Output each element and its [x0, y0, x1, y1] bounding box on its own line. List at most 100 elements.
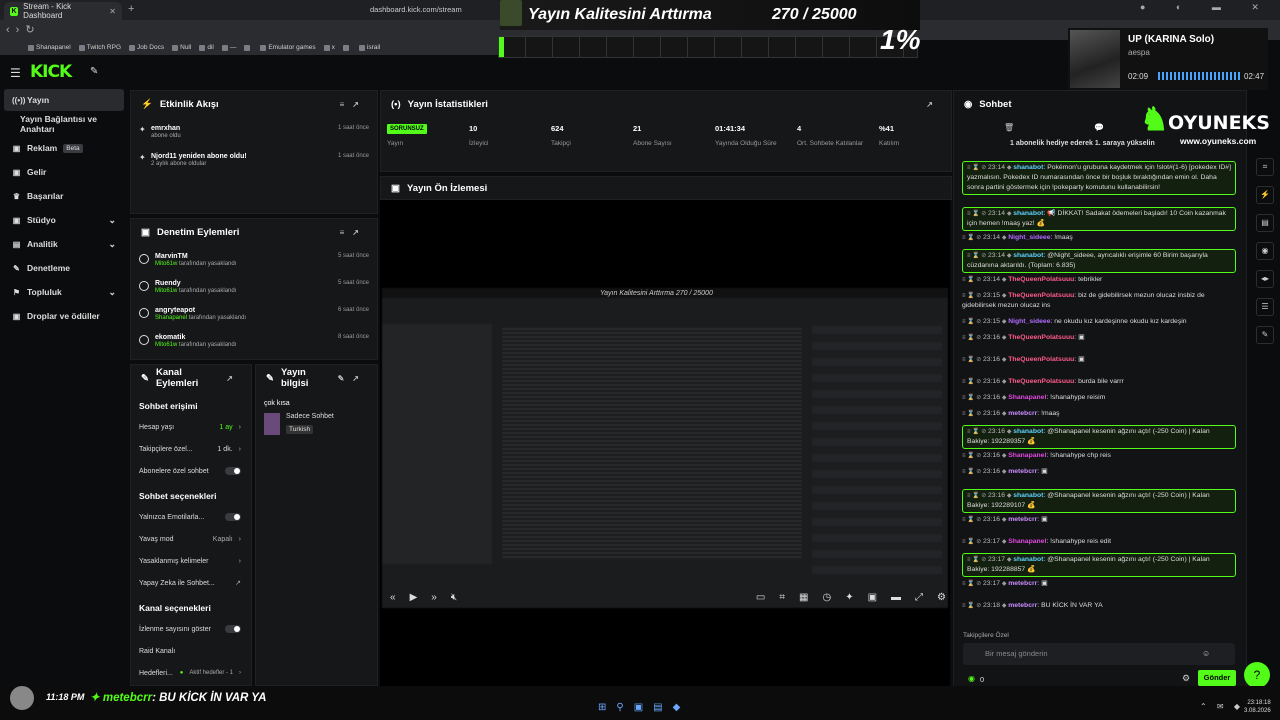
message-actions-icon[interactable]: ≡ ⌛ ⊘ — [967, 557, 988, 563]
rail-bolt-icon[interactable]: ⚡ — [1256, 186, 1274, 204]
message-actions-icon[interactable]: ≡ ⌛ ⊘ — [962, 335, 983, 341]
nav-buttons-icon[interactable]: ‹›↻ — [6, 23, 41, 36]
subs-only-row[interactable]: Abonelere özel sohbet — [139, 465, 241, 477]
fullscreen-icon[interactable]: ⤢ — [915, 592, 923, 603]
bookmark-item[interactable] — [342, 44, 351, 51]
forward-icon[interactable]: » — [431, 592, 437, 603]
chevron-down-icon[interactable]: ⌄ — [108, 215, 116, 226]
message-actions-icon[interactable]: ≡ ⌛ ⊘ — [967, 211, 988, 217]
camera-icon[interactable]: ▭ — [756, 592, 765, 603]
mute-icon[interactable]: 🔇︎ — [451, 592, 457, 603]
window-controls-icon[interactable]: ● ◐ ▬ ✕ — [1140, 2, 1273, 13]
chat-username[interactable]: TheQueenPolatsuuu — [1008, 276, 1074, 283]
image-icon[interactable]: ▦ — [799, 592, 808, 603]
url-field[interactable]: dashboard.kick.com/stream — [370, 3, 500, 17]
sidebar-item[interactable]: ⚑ Topluluk ⌄ — [4, 281, 124, 303]
chat-username[interactable]: Night_sideee — [1008, 234, 1050, 241]
rail-list-icon[interactable]: ☰ — [1256, 298, 1274, 316]
message-actions-icon[interactable]: ≡ ⌛ ⊘ — [962, 411, 983, 417]
panel-actions-icon[interactable]: ≡↗ — [340, 228, 367, 237]
chat-username[interactable]: metebcrr — [1008, 602, 1037, 609]
chat-input[interactable]: Bir mesaj gönderin — [963, 643, 1235, 665]
bookmark-item[interactable]: Null — [172, 44, 191, 51]
close-tab-icon[interactable]: ✕ — [109, 7, 116, 16]
message-actions-icon[interactable]: ≡ ⌛ ⊘ — [962, 379, 983, 385]
emotes-only-row[interactable]: Yalnızca Emotilarla... — [139, 511, 241, 523]
emotes-only-toggle[interactable] — [225, 513, 241, 521]
chat-username[interactable]: shanabot — [1013, 428, 1043, 435]
chat-username[interactable]: metebcrr — [1008, 516, 1037, 523]
browser-tab[interactable]: K Stream - Kick Dashboard ✕ — [4, 2, 122, 20]
chat-username[interactable]: shanabot — [1013, 252, 1043, 259]
preview-video[interactable] — [382, 288, 948, 608]
chat-username[interactable]: shanabot — [1013, 210, 1043, 217]
bookmark-item[interactable]: dil — [199, 44, 214, 51]
bookmark-item[interactable]: Emulator games — [260, 44, 316, 51]
message-actions-icon[interactable]: ≡ ⌛ ⊘ — [962, 395, 983, 401]
message-actions-icon[interactable]: ≡ ⌛ ⊘ — [962, 517, 983, 523]
sidebar-item[interactable]: Yayın Bağlantısı ve Anahtarı — [4, 113, 124, 135]
system-tray-icon[interactable]: ⌃ ✉ ◆ — [1200, 702, 1244, 711]
message-actions-icon[interactable]: ≡ ⌛ ⊘ — [967, 493, 988, 499]
emote-icon[interactable]: ☺ — [1202, 649, 1210, 658]
settings-icon[interactable]: ⚙ — [937, 592, 946, 603]
send-button[interactable]: Gönder — [1198, 670, 1236, 686]
rail-wrench-icon[interactable]: ✎ — [1256, 326, 1274, 344]
chat-username[interactable]: shanabot — [1013, 556, 1043, 563]
bookmark-item[interactable]: Twitch RPG — [78, 44, 121, 51]
crop-icon[interactable]: ⌗ — [779, 592, 785, 603]
subs-only-toggle[interactable] — [225, 467, 241, 475]
banned-words-row[interactable]: Yasaklanmış kelimeler › — [139, 555, 241, 567]
menu-icon[interactable]: ☰ — [10, 66, 21, 80]
message-actions-icon[interactable]: ≡ ⌛ ⊘ — [962, 357, 983, 363]
chat-username[interactable]: TheQueenPolatsuuu — [1008, 292, 1074, 299]
slow-mode-row[interactable]: Yavaş mod Kapalı › — [139, 533, 241, 545]
chat-settings-icon[interactable]: ⚙ — [1182, 673, 1190, 684]
sidebar-item[interactable]: ((•)) Yayın — [4, 89, 124, 111]
expand-icon[interactable]: ↗ — [226, 374, 241, 383]
message-actions-icon[interactable]: ≡ ⌛ ⊘ — [962, 293, 983, 299]
account-age-row[interactable]: Hesap yaşı 1 ay › — [139, 421, 241, 433]
message-actions-icon[interactable]: ≡ ⌛ ⊘ — [962, 539, 983, 545]
chat-username[interactable]: metebcrr — [1008, 468, 1037, 475]
message-actions-icon[interactable]: ≡ ⌛ ⊘ — [962, 581, 983, 587]
chat-username[interactable]: TheQueenPolatsuuu — [1008, 378, 1074, 385]
message-actions-icon[interactable]: ≡ ⌛ ⊘ — [962, 235, 983, 241]
stream-category[interactable]: Sadece Sohbet — [286, 413, 334, 420]
sidebar-item[interactable]: ▣ Gelir — [4, 161, 124, 183]
panel-actions-icon[interactable]: ≡↗ — [340, 100, 367, 109]
new-tab-icon[interactable]: + — [128, 3, 134, 15]
sidebar-item[interactable]: ♛ Başarılar — [4, 185, 124, 207]
sparkle-icon[interactable]: ✦ — [845, 592, 853, 603]
chat-username[interactable]: shanabot — [1013, 492, 1043, 499]
rewind-icon[interactable]: « — [390, 592, 396, 603]
play-icon[interactable]: ▶ — [410, 592, 418, 603]
rail-scan-icon[interactable]: ⌗ — [1256, 158, 1274, 176]
message-actions-icon[interactable]: ≡ ⌛ ⊘ — [967, 253, 988, 259]
sidebar-item[interactable]: ▣ Stüdyo ⌄ — [4, 209, 124, 231]
expand-icon[interactable]: ↗ — [926, 100, 941, 109]
chat-username[interactable]: Shanapanel — [1008, 538, 1046, 545]
raid-row[interactable]: Raid Kanalı — [139, 645, 241, 657]
bookmark-item[interactable] — [244, 44, 252, 51]
chat-username[interactable]: metebcrr — [1008, 580, 1037, 587]
message-actions-icon[interactable]: ≡ ⌛ ⊘ — [962, 453, 983, 459]
sidebar-item[interactable]: ▣ Reklam Beta — [4, 137, 124, 159]
kick-logo[interactable]: KICK — [30, 62, 72, 82]
bookmark-item[interactable]: israil — [358, 44, 380, 51]
sidebar-item[interactable]: ▣ Droplar ve ödüller — [4, 305, 124, 327]
message-actions-icon[interactable]: ≡ ⌛ ⊘ — [967, 165, 988, 171]
message-actions-icon[interactable]: ≡ ⌛ ⊘ — [967, 429, 988, 435]
chat-username[interactable]: shanabot — [1013, 164, 1043, 171]
message-actions-icon[interactable]: ≡ ⌛ ⊘ — [962, 469, 983, 475]
chat-username[interactable]: Night_sideee — [1008, 318, 1050, 325]
pin-icon[interactable]: ✎ — [90, 66, 98, 77]
chat-username[interactable]: Shanapanel — [1008, 394, 1046, 401]
bookmark-item[interactable]: x — [323, 44, 335, 51]
bookmark-item[interactable]: Job Docs — [129, 44, 164, 51]
help-icon[interactable]: ? — [1244, 662, 1270, 688]
sidebar-item[interactable]: ▤ Analitik ⌄ — [4, 233, 124, 255]
bookmark-item[interactable]: Shanapanel — [28, 44, 71, 51]
chevron-down-icon[interactable]: ⌄ — [108, 287, 116, 298]
pip-icon[interactable]: ▣ — [868, 592, 877, 603]
